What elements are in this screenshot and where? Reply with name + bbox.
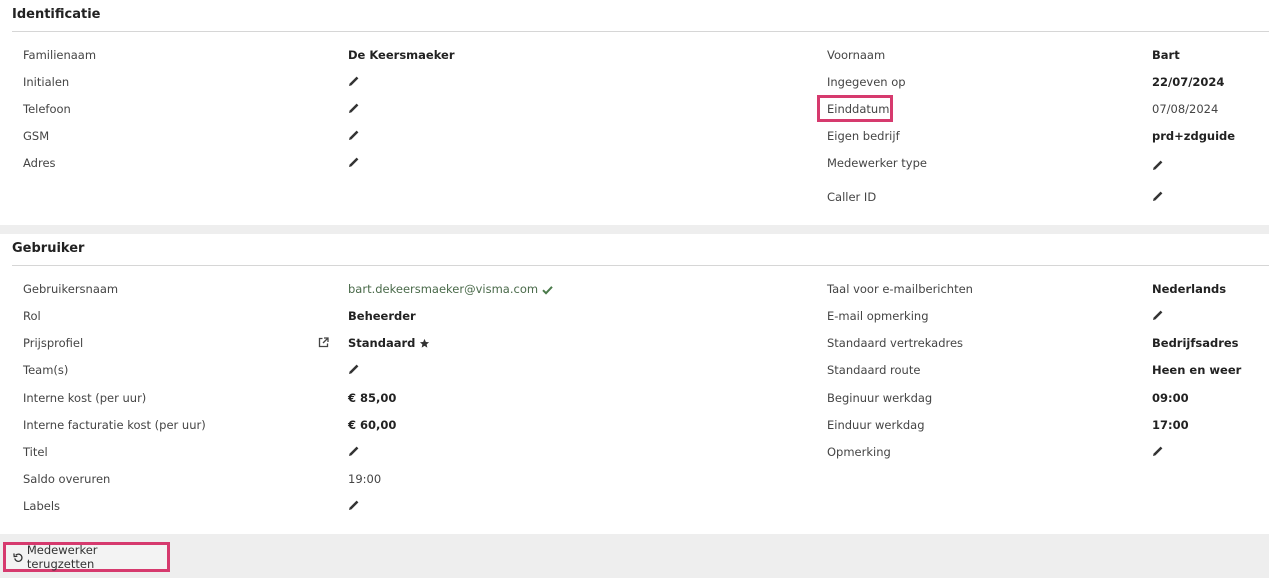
opmerking-label: Opmerking xyxy=(827,445,891,459)
route-label: Standaard route xyxy=(827,363,921,377)
prijsprofiel-text: Standaard xyxy=(348,336,416,350)
gsm-edit-icon[interactable] xyxy=(348,129,360,141)
gebruikersnaam-value: bart.dekeersmaeker@visma.com xyxy=(348,282,553,296)
opmerking-edit-icon[interactable] xyxy=(1152,445,1164,457)
initialen-label: Initialen xyxy=(23,75,70,89)
prijsprofiel-value: Standaard xyxy=(348,336,430,350)
saldo-overuren-label: Saldo overuren xyxy=(23,472,111,486)
eigen-bedrijf-value: prd+zdguide xyxy=(1152,129,1236,143)
adres-edit-icon[interactable] xyxy=(348,156,360,168)
medewerker-terugzetten-button[interactable]: Medewerker terugzetten xyxy=(3,542,170,572)
medewerker-type-edit-icon[interactable] xyxy=(1152,159,1164,171)
ingegeven-op-value: 22/07/2024 xyxy=(1152,75,1225,89)
labels-label: Labels xyxy=(23,499,61,513)
einduur-label: Einduur werkdag xyxy=(827,418,925,432)
interne-kost-label: Interne kost (per uur) xyxy=(23,391,147,405)
vertrekadres-label: Standaard vertrekadres xyxy=(827,336,964,350)
gebruiker-divider xyxy=(12,265,1269,266)
labels-edit-icon[interactable] xyxy=(348,499,360,511)
interne-facturatie-kost-label: Interne facturatie kost (per uur) xyxy=(23,418,206,432)
taal-label: Taal voor e-mailberichten xyxy=(827,282,973,296)
medewerker-type-label: Medewerker type xyxy=(827,156,927,170)
gebruikersnaam-email: bart.dekeersmaeker@visma.com xyxy=(348,282,539,296)
gebruiker-title: Gebruiker xyxy=(12,241,85,256)
einddatum-label: Einddatum xyxy=(827,102,890,116)
interne-facturatie-kost-value: € 60,00 xyxy=(348,418,397,432)
reset-button-label: Medewerker terugzetten xyxy=(26,543,98,571)
teams-label: Team(s) xyxy=(23,363,69,377)
voornaam-value: Bart xyxy=(1152,48,1180,62)
vertrekadres-value: Bedrijfsadres xyxy=(1152,336,1239,350)
identificatie-card: Identificatie Familienaam De Keersmaeker… xyxy=(0,0,1269,225)
teams-edit-icon[interactable] xyxy=(348,363,360,375)
adres-label: Adres xyxy=(23,156,56,170)
eigen-bedrijf-label: Eigen bedrijf xyxy=(827,129,900,143)
interne-kost-value: € 85,00 xyxy=(348,391,397,405)
beginuur-label: Beginuur werkdag xyxy=(827,391,933,405)
email-opmerking-label: E-mail opmerking xyxy=(827,309,929,323)
caller-id-edit-icon[interactable] xyxy=(1152,190,1164,202)
einduur-value: 17:00 xyxy=(1152,418,1189,432)
titel-edit-icon[interactable] xyxy=(348,445,360,457)
rol-label: Rol xyxy=(23,309,41,323)
gebruiker-card: Gebruiker Gebruikersnaam bart.dekeersmae… xyxy=(0,234,1269,534)
familienaam-label: Familienaam xyxy=(23,48,97,62)
prijsprofiel-label: Prijsprofiel xyxy=(23,336,84,350)
telefoon-label: Telefoon xyxy=(23,102,71,116)
voornaam-label: Voornaam xyxy=(827,48,886,62)
identificatie-title: Identificatie xyxy=(12,7,101,22)
identificatie-divider xyxy=(12,31,1269,32)
telefoon-edit-icon[interactable] xyxy=(348,102,360,114)
beginuur-value: 09:00 xyxy=(1152,391,1189,405)
star-icon xyxy=(420,338,430,348)
gsm-label: GSM xyxy=(23,129,50,143)
taal-value: Nederlands xyxy=(1152,282,1227,296)
titel-label: Titel xyxy=(23,445,48,459)
saldo-overuren-value: 19:00 xyxy=(348,472,382,486)
email-opmerking-edit-icon[interactable] xyxy=(1152,309,1164,321)
gebruikersnaam-label: Gebruikersnaam xyxy=(23,282,119,296)
initialen-edit-icon[interactable] xyxy=(348,75,360,87)
rol-value: Beheerder xyxy=(348,309,416,323)
verified-check-icon xyxy=(542,285,553,295)
ingegeven-op-label: Ingegeven op xyxy=(827,75,906,89)
external-link-icon[interactable] xyxy=(318,337,329,348)
undo-icon xyxy=(13,552,23,562)
caller-id-label: Caller ID xyxy=(827,190,877,204)
familienaam-value: De Keersmaeker xyxy=(348,48,455,62)
route-value: Heen en weer xyxy=(1152,363,1242,377)
einddatum-value: 07/08/2024 xyxy=(1152,102,1219,116)
